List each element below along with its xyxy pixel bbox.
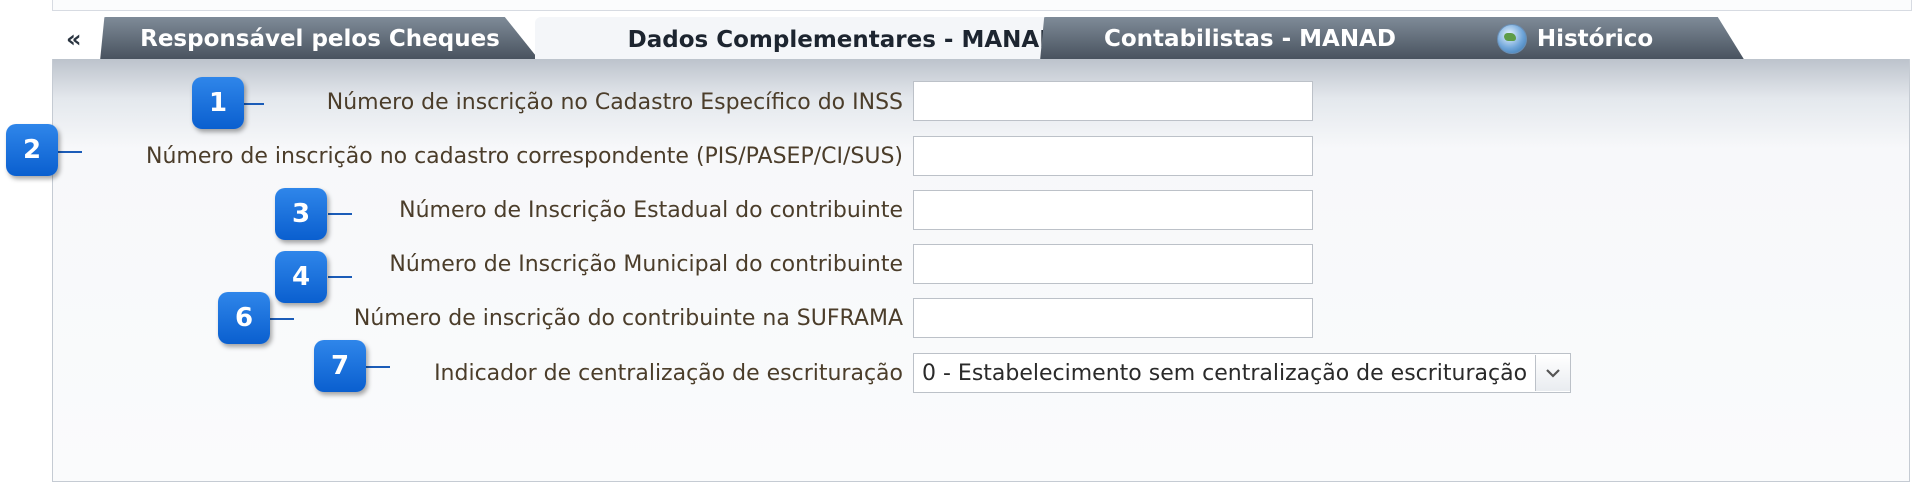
form-panel: Número de inscrição no Cadastro Específi…: [52, 59, 1910, 482]
field-row-suframa: Número de inscrição do contribuinte na S…: [53, 299, 903, 339]
top-border: [52, 0, 1912, 11]
field-row-inss: Número de inscrição no Cadastro Específi…: [53, 83, 903, 123]
callout-badge-3: 3: [275, 188, 327, 240]
chevron-down-icon[interactable]: [1535, 355, 1571, 391]
callout-connector: [328, 213, 352, 215]
callout-badge-7: 7: [314, 340, 366, 392]
tab-historico[interactable]: Histórico: [1405, 17, 1745, 61]
callout-connector: [328, 276, 352, 278]
tab-label: Dados Complementares - MANAD: [627, 27, 1059, 53]
field-row-estadual: Número de Inscrição Estadual do contribu…: [53, 191, 903, 231]
inscricao-estadual-input[interactable]: [913, 190, 1313, 230]
callout-connector: [56, 151, 82, 153]
callout-badge-1: 1: [192, 77, 244, 129]
select-value: 0 - Estabelecimento sem centralização de…: [922, 360, 1528, 386]
field-label: Número de Inscrição Municipal do contrib…: [389, 252, 903, 277]
inss-input[interactable]: [913, 81, 1313, 121]
field-row-pis: Número de inscrição no cadastro correspo…: [53, 137, 903, 177]
centralizacao-select[interactable]: 0 - Estabelecimento sem centralização de…: [913, 353, 1572, 393]
field-label: Número de Inscrição Estadual do contribu…: [399, 198, 903, 223]
field-row-centralizacao: Indicador de centralização de escrituraç…: [53, 354, 903, 394]
callout-badge-6: 6: [218, 292, 270, 344]
tab-responsavel-cheques[interactable]: Responsável pelos Cheques: [100, 17, 540, 61]
suframa-input[interactable]: [913, 298, 1313, 338]
field-label: Indicador de centralização de escrituraç…: [434, 361, 903, 386]
callout-connector: [270, 318, 294, 320]
tab-label: Contabilistas - MANAD: [1104, 26, 1396, 52]
callout-connector: [244, 103, 264, 105]
field-label: Número de inscrição do contribuinte na S…: [353, 306, 903, 331]
field-label: Número de inscrição no cadastro correspo…: [146, 144, 903, 169]
tab-contabilistas[interactable]: Contabilistas - MANAD: [1040, 17, 1460, 61]
inscricao-municipal-input[interactable]: [913, 244, 1313, 284]
tab-label: Responsável pelos Cheques: [140, 26, 500, 52]
field-row-municipal: Número de Inscrição Municipal do contrib…: [53, 245, 903, 285]
field-label: Número de inscrição no Cadastro Específi…: [326, 90, 903, 115]
callout-badge-2: 2: [6, 124, 58, 176]
callout-badge-4: 4: [275, 251, 327, 303]
collapse-panel-button[interactable]: «: [66, 24, 82, 54]
tab-label: Histórico: [1536, 26, 1654, 52]
tab-bar: Responsável pelos Cheques Dados Compleme…: [100, 17, 1900, 63]
globe-icon: [1496, 24, 1527, 54]
pis-pasep-input[interactable]: [913, 136, 1313, 176]
